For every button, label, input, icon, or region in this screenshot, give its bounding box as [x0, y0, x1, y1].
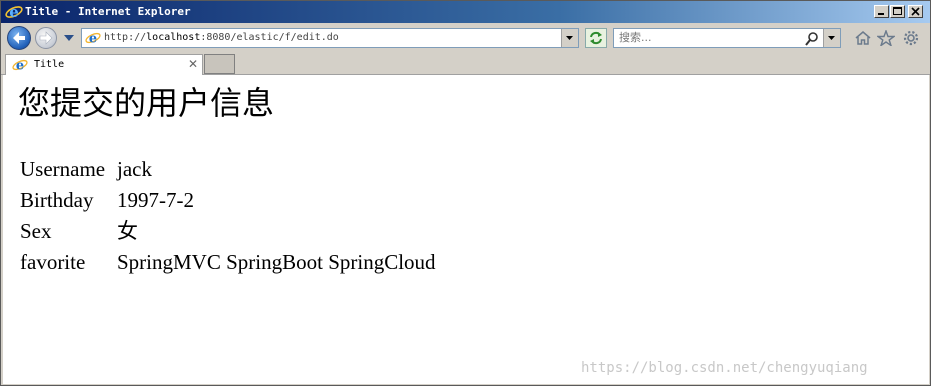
minimize-icon	[878, 13, 884, 15]
url-host: localhost	[146, 32, 201, 43]
page-heading: 您提交的用户信息	[18, 84, 275, 122]
address-bar[interactable]: e http://localhost:8080/elastic/f/edit.d…	[81, 28, 579, 48]
tab-strip: e Title ✕	[1, 53, 930, 75]
url-text[interactable]: http://localhost:8080/elastic/f/edit.do	[104, 31, 339, 45]
user-info-table: Username jack Birthday 1997-7-2 Sex 女 fa…	[18, 154, 438, 278]
history-dropdown-icon[interactable]	[63, 34, 75, 42]
row-value: 女	[117, 219, 138, 243]
arrow-left-icon	[13, 32, 25, 44]
svg-text:e: e	[16, 59, 24, 74]
forward-button[interactable]	[35, 27, 57, 49]
row-value: jack	[117, 157, 152, 181]
watermark: https://blog.csdn.net/chengyuqiang	[581, 360, 868, 376]
row-value: 1997-7-2	[117, 188, 194, 212]
tab-page-icon: e	[12, 59, 28, 74]
search-box[interactable]: 搜索...	[613, 28, 841, 48]
row-label: favorite	[20, 250, 86, 274]
search-dropdown-button[interactable]	[823, 29, 840, 47]
chevron-down-icon	[828, 36, 835, 40]
window-title: Title - Internet Explorer	[25, 5, 191, 18]
new-tab-button[interactable]	[204, 54, 235, 74]
refresh-icon	[590, 31, 602, 45]
svg-text:e: e	[9, 3, 19, 21]
maximize-button[interactable]	[890, 5, 905, 18]
maximize-icon	[893, 7, 902, 15]
table-row: favorite SpringMVC SpringBoot SpringClou…	[18, 247, 438, 278]
tab-title[interactable]: e Title ✕	[5, 54, 203, 75]
svg-text:e: e	[89, 32, 97, 47]
row-label: Birthday	[20, 188, 94, 212]
url-path: :8080/elastic/f/edit.do	[200, 32, 339, 43]
internet-explorer-icon: e	[5, 3, 23, 21]
close-icon	[911, 7, 920, 16]
url-prefix: http://	[104, 32, 147, 43]
chevron-down-icon	[566, 36, 573, 40]
row-label: Username	[20, 157, 106, 181]
address-dropdown-button[interactable]	[561, 29, 578, 47]
close-tab-icon[interactable]: ✕	[188, 57, 198, 71]
compatibility-refresh-button[interactable]	[585, 28, 607, 48]
page-icon: e	[85, 32, 101, 47]
navigation-bar: e http://localhost:8080/elastic/f/edit.d…	[1, 23, 930, 53]
back-button[interactable]	[7, 26, 31, 50]
minimize-button[interactable]	[874, 5, 889, 18]
table-row: Username jack	[18, 154, 438, 185]
table-row: Sex 女	[18, 216, 438, 247]
home-icon[interactable]	[854, 30, 872, 46]
row-value: SpringMVC SpringBoot SpringCloud	[117, 250, 436, 274]
close-button[interactable]	[908, 5, 923, 18]
favorites-star-icon[interactable]	[877, 30, 895, 46]
search-input[interactable]: 搜索...	[619, 31, 652, 45]
row-label: Sex	[20, 219, 52, 243]
arrow-right-icon	[39, 31, 53, 45]
gear-icon[interactable]	[902, 30, 920, 48]
table-row: Birthday 1997-7-2	[18, 185, 438, 216]
page-content: 您提交的用户信息 Username jack Birthday 1997-7-2…	[3, 75, 929, 384]
tab-label: Title	[34, 59, 65, 70]
search-icon[interactable]	[804, 31, 820, 47]
title-bar: e Title - Internet Explorer	[1, 1, 930, 23]
browser-window: e Title - Internet Explorer e http://loc…	[0, 0, 931, 386]
